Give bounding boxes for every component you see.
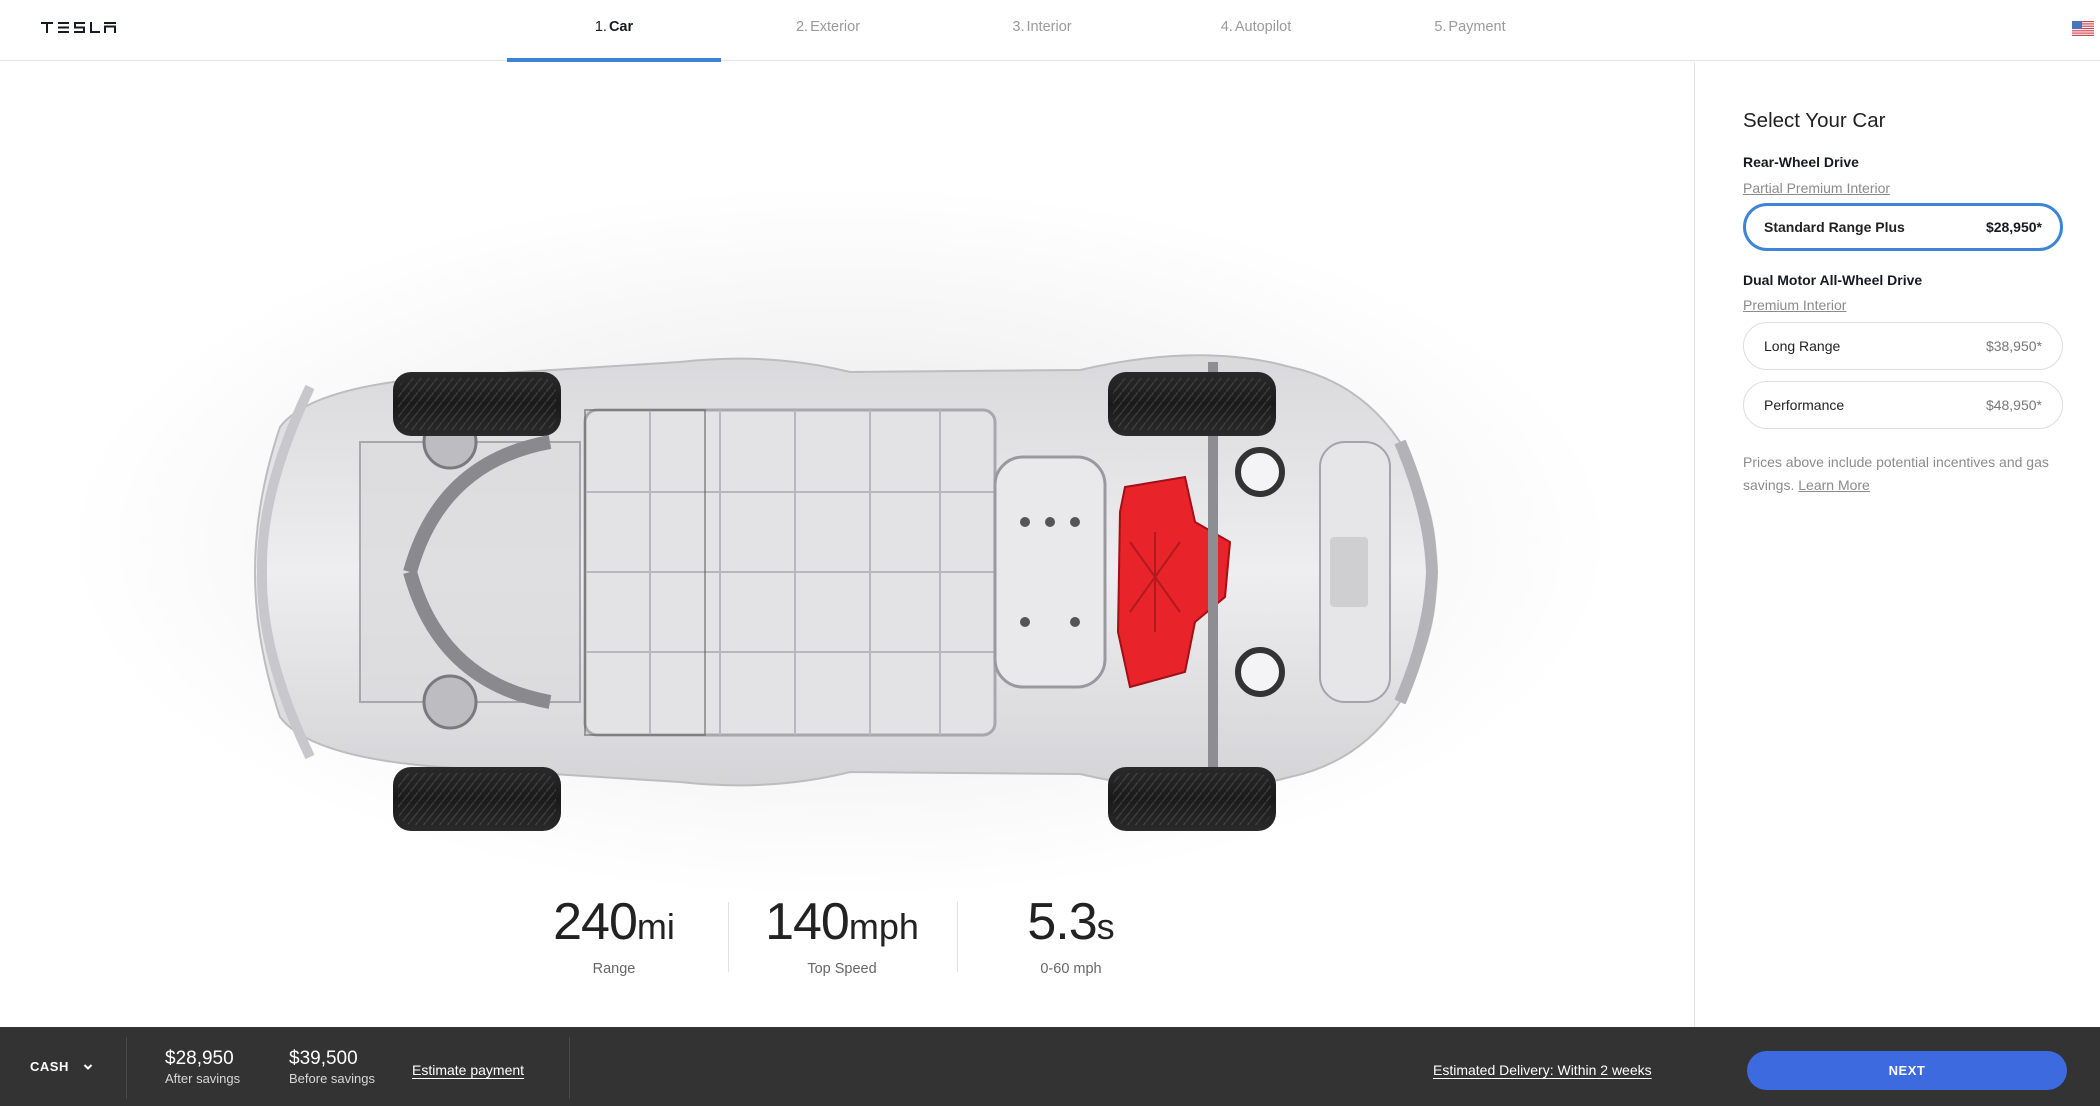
performance-stats: 240mi Range 140mph Top Speed 5.3s 0-60 m… xyxy=(520,894,1140,984)
chevron-down-icon xyxy=(83,1063,93,1070)
payment-type-dropdown[interactable]: CASH xyxy=(30,1027,93,1106)
step-tabs: 1. Car 2. Exterior 3. Interior 4. Autopilot … xyxy=(0,0,2100,62)
tab-label: Interior xyxy=(1026,18,1072,35)
wheel-rear-right xyxy=(1108,767,1276,831)
tab-number: 1. xyxy=(594,18,607,35)
interior-link-premium[interactable]: Premium Interior xyxy=(1743,297,1846,313)
stat-divider xyxy=(957,902,958,972)
car-chassis-image xyxy=(253,354,1439,831)
tab-label: Exterior xyxy=(810,18,861,35)
stat-value: 5.3 xyxy=(1027,893,1097,951)
option-long-range[interactable]: Long Range $38,950* xyxy=(1743,322,2063,370)
top-nav: 1. Car 2. Exterior 3. Interior 4. Autopilot … xyxy=(0,0,2100,62)
stat-value: 140 xyxy=(765,893,850,951)
next-button[interactable]: NEXT xyxy=(1747,1051,2067,1090)
tab-autopilot[interactable]: 4. Autopilot xyxy=(1149,0,1363,61)
wheel-front-left xyxy=(393,372,561,436)
tab-car[interactable]: 1. Car xyxy=(507,0,721,62)
interior-link-partial-premium[interactable]: Partial Premium Interior xyxy=(1743,180,1890,196)
stat-label: Range xyxy=(592,961,636,977)
car-selection-panel: Select Your Car Rear-Wheel Drive Partial… xyxy=(1694,62,2100,1027)
stat-label: Top Speed xyxy=(807,961,877,977)
estimated-delivery-link[interactable]: Estimated Delivery: Within 2 weeks xyxy=(1433,1062,1652,1078)
stat-divider xyxy=(728,902,729,972)
tab-number: 4. xyxy=(1220,18,1233,35)
option-standard-range-plus[interactable]: Standard Range Plus $28,950* xyxy=(1743,203,2063,251)
price-before-savings: $39,500 Before savings xyxy=(289,1048,375,1087)
wheel-rear-left xyxy=(1108,372,1276,436)
wheel-front-right xyxy=(393,767,561,831)
stat-range: 240mi Range xyxy=(514,894,714,977)
us-flag-icon[interactable] xyxy=(2072,21,2094,36)
price-label: Before savings xyxy=(289,1071,375,1086)
option-performance[interactable]: Performance $48,950* xyxy=(1743,381,2063,429)
price-label: After savings xyxy=(165,1071,241,1086)
payment-type-label: CASH xyxy=(30,1059,69,1074)
option-name: Standard Range Plus xyxy=(1764,219,1905,235)
vehicle-preview: 240mi Range 140mph Top Speed 5.3s 0-60 m… xyxy=(0,62,1694,1027)
tab-label: Payment xyxy=(1448,18,1506,35)
price-after-savings: $28,950 After savings xyxy=(165,1048,241,1087)
option-price: $38,950* xyxy=(1985,338,2042,354)
option-name: Performance xyxy=(1764,397,1845,413)
pricing-note: Prices above include potential incentive… xyxy=(1743,451,2053,497)
tab-interior[interactable]: 3. Interior xyxy=(935,0,1149,61)
summary-bar: CASH $28,950 After savings $39,500 Befor… xyxy=(0,1027,2100,1106)
tab-payment[interactable]: 5. Payment xyxy=(1363,0,1577,61)
stat-acceleration: 5.3s 0-60 mph xyxy=(971,894,1171,977)
footer-divider xyxy=(569,1037,570,1099)
tab-label: Car xyxy=(608,18,634,35)
group-heading-rwd: Rear-Wheel Drive xyxy=(1743,154,1859,170)
estimate-payment-link[interactable]: Estimate payment xyxy=(412,1062,524,1078)
stat-unit: mi xyxy=(636,906,675,947)
tab-number: 2. xyxy=(795,18,809,35)
price-amount: $39,500 xyxy=(289,1048,358,1069)
stat-unit: mph xyxy=(848,906,919,947)
stat-unit: s xyxy=(1096,906,1115,947)
stat-label: 0-60 mph xyxy=(1040,961,1102,977)
stat-top-speed: 140mph Top Speed xyxy=(742,894,942,977)
tab-number: 5. xyxy=(1434,18,1447,35)
footer-divider xyxy=(126,1037,127,1099)
option-price: $48,950* xyxy=(1985,397,2042,413)
tab-label: Autopilot xyxy=(1234,18,1292,35)
tab-exterior[interactable]: 2. Exterior xyxy=(721,0,935,61)
panel-title: Select Your Car xyxy=(1743,109,1886,132)
tab-number: 3. xyxy=(1012,18,1025,35)
option-name: Long Range xyxy=(1764,338,1841,354)
option-price: $28,950* xyxy=(1985,219,2042,235)
price-amount: $28,950 xyxy=(165,1048,234,1069)
learn-more-link[interactable]: Learn More xyxy=(1798,477,1870,493)
stat-value: 240 xyxy=(553,893,638,951)
pricing-note-text: Prices above include potential incentive… xyxy=(1743,454,2049,493)
group-heading-awd: Dual Motor All-Wheel Drive xyxy=(1743,272,1923,288)
